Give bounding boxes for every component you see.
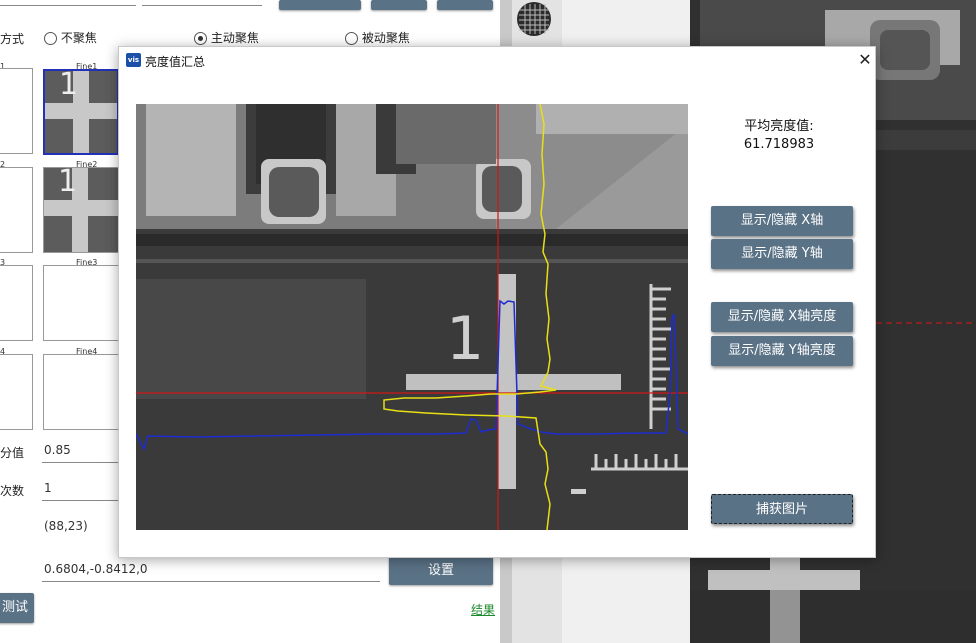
capture-image-button[interactable]: 捕获图片	[711, 494, 853, 524]
test-button[interactable]: 测试	[0, 593, 34, 623]
thumb-digit: 1	[59, 69, 79, 102]
radio-passive-focus-label: 被动聚焦	[361, 31, 410, 45]
radio-active-focus[interactable]: 主动聚焦	[194, 29, 259, 46]
image-digit: 1	[446, 304, 484, 374]
app-icon: vis	[126, 53, 141, 67]
toggle-y-brightness-button[interactable]: 显示/隐藏 Y轴亮度	[711, 336, 853, 366]
threshold-input[interactable]: 0.85	[42, 443, 118, 463]
count-label: 次数	[0, 484, 25, 498]
brightness-profile-overlay: 1	[136, 104, 688, 530]
toggle-x-axis-button[interactable]: 显示/隐藏 X轴	[711, 206, 853, 236]
fine-thumbnail[interactable]: 1	[43, 167, 119, 253]
focus-mode-label: 方式	[0, 32, 25, 46]
close-icon[interactable]: ✕	[855, 49, 875, 71]
coordinate-readout: (88,23)	[44, 519, 88, 533]
toggle-x-brightness-button[interactable]: 显示/隐藏 X轴亮度	[711, 302, 853, 332]
result-link[interactable]: 结果	[471, 601, 495, 618]
top-field[interactable]	[0, 0, 136, 6]
brightness-summary-dialog: vis 亮度值汇总 ✕ 1 平均亮度值: 61.718983 显示/隐藏 X轴 …	[118, 46, 876, 558]
thumb-digit: 1	[58, 167, 78, 199]
top-button-2[interactable]	[371, 0, 427, 10]
top-field-2[interactable]	[142, 0, 262, 6]
radio-passive-focus[interactable]: 被动聚焦	[345, 29, 410, 46]
dialog-title: 亮度值汇总	[145, 55, 206, 69]
offset-input[interactable]: 0.6804,-0.8412,0	[42, 562, 380, 582]
fine-thumbnail[interactable]	[43, 354, 119, 430]
template-thumbnail[interactable]	[0, 167, 33, 253]
fine-thumbnail[interactable]	[43, 265, 119, 341]
radio-active-focus-label: 主动聚焦	[210, 31, 259, 45]
average-brightness-label: 平均亮度值:	[744, 119, 814, 134]
top-button-1[interactable]	[279, 0, 361, 10]
count-input[interactable]: 1	[42, 481, 118, 501]
threshold-label: 分值	[0, 446, 25, 460]
grid-icon[interactable]	[517, 2, 551, 36]
toggle-y-axis-button[interactable]: 显示/隐藏 Y轴	[711, 239, 853, 269]
average-brightness-value: 61.718983	[743, 137, 815, 152]
brightness-image-view: 1	[136, 104, 688, 530]
template-thumbnail[interactable]	[0, 265, 33, 341]
radio-no-focus-label: 不聚焦	[60, 31, 97, 45]
top-button-3[interactable]	[437, 0, 493, 10]
radio-no-focus[interactable]: 不聚焦	[44, 29, 97, 46]
set-button[interactable]: 设置	[389, 556, 493, 585]
template-thumbnail[interactable]	[0, 354, 33, 430]
template-thumbnail[interactable]	[0, 68, 33, 154]
fine-thumbnail-selected[interactable]: 1	[43, 69, 119, 155]
